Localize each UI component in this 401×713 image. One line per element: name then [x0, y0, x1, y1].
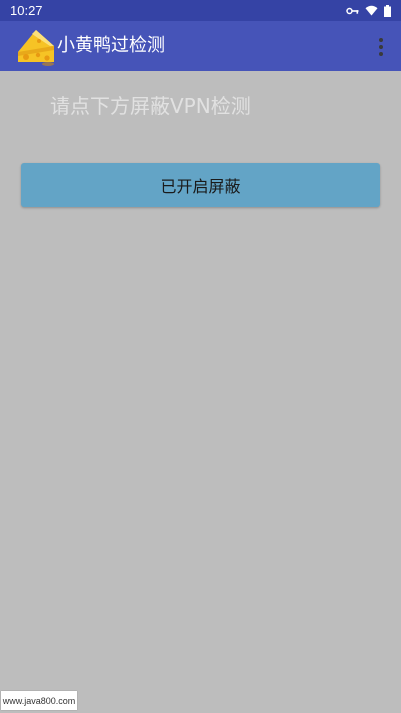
status-icons	[346, 4, 391, 17]
battery-icon	[384, 4, 391, 17]
status-bar: 10:27	[0, 0, 401, 21]
wifi-icon	[365, 5, 378, 16]
vpn-key-icon	[346, 7, 359, 15]
app-title: 小黄鸭过检测	[57, 35, 165, 56]
status-time: 10:27	[10, 3, 43, 18]
cheese-icon	[14, 24, 58, 68]
hint-text: 请点下方屏蔽VPN检测	[50, 94, 251, 118]
app-bar: 小黄鸭过检测	[0, 21, 401, 71]
main-content: 请点下方屏蔽VPN检测 已开启屏蔽	[0, 71, 401, 713]
overflow-menu-icon[interactable]	[373, 38, 389, 56]
shield-toggle-button[interactable]: 已开启屏蔽	[21, 163, 380, 207]
watermark: www.java800.com	[1, 691, 77, 710]
